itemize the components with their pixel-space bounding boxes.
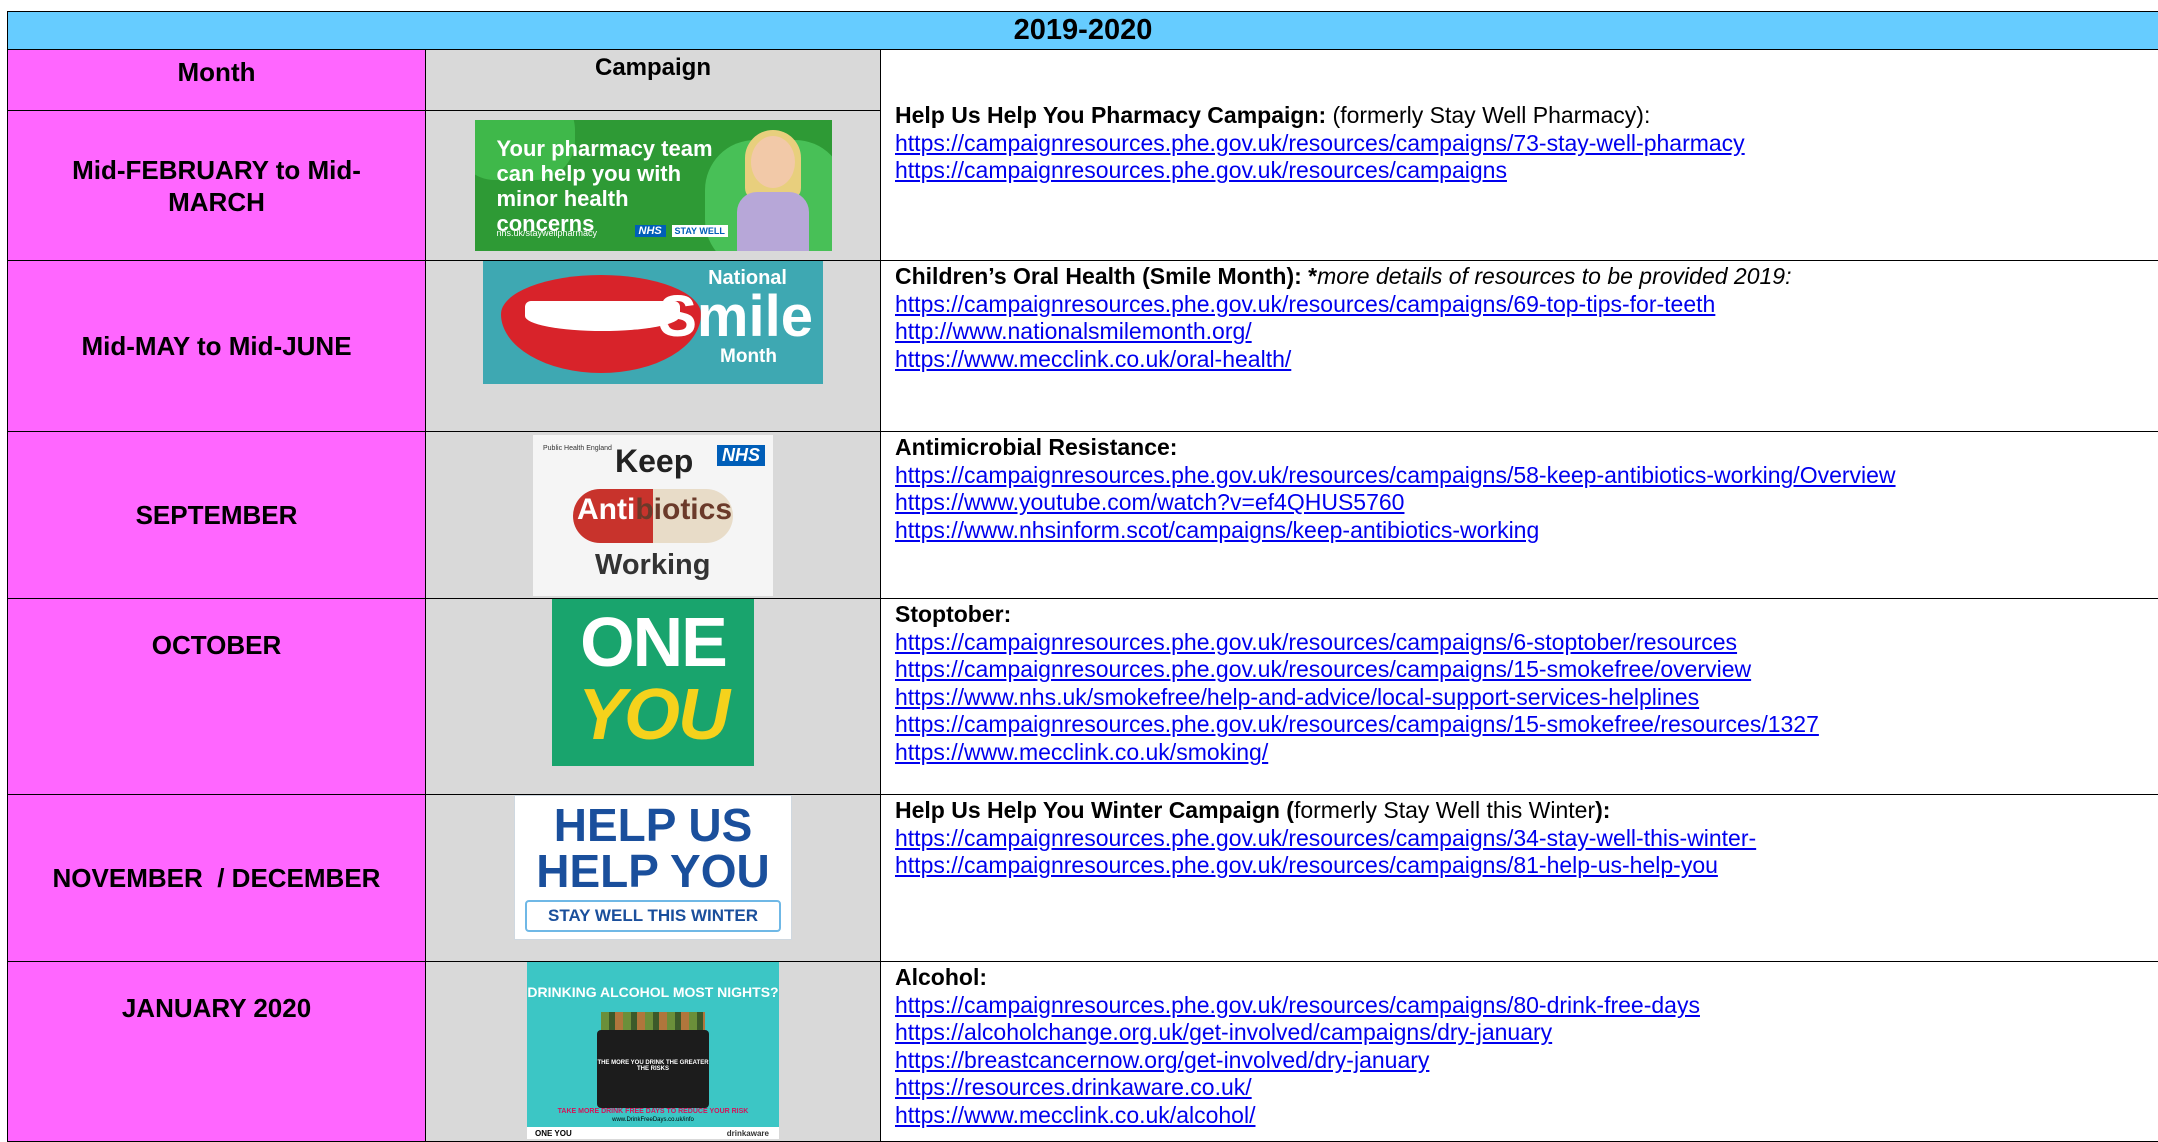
- resource-link[interactable]: https://www.mecclink.co.uk/oral-health/: [895, 346, 2144, 374]
- nhs-logo: NHS: [716, 444, 765, 466]
- month-cell: Mid-FEBRUARY to Mid-MARCH: [7, 110, 426, 261]
- nhs-logo: NHS: [634, 225, 666, 237]
- pharmacy-campaign-image: Your pharmacy team can help you with min…: [474, 120, 832, 251]
- campaign-image-cell: National Smile Month: [425, 260, 881, 432]
- campaign-details-alcohol: Alcohol: https://campaignresources.phe.g…: [880, 961, 2158, 1142]
- campaign-title: Alcohol:: [895, 964, 987, 990]
- resource-link[interactable]: https://www.nhs.uk/smokefree/help-and-ad…: [895, 684, 2144, 712]
- resource-link[interactable]: https://campaignresources.phe.gov.uk/res…: [895, 711, 2144, 739]
- month-cell: OCTOBER: [7, 598, 426, 795]
- one-you-logo: ONE YOU: [535, 1129, 572, 1138]
- campaign-image-cell: Your pharmacy team can help you with min…: [425, 110, 881, 261]
- campaign-column-header: Campaign: [425, 49, 881, 111]
- campaign-image-cell: DRINKING ALCOHOL MOST NIGHTS? THE MORE Y…: [425, 961, 881, 1142]
- campaign-details-pharmacy: Help Us Help You Pharmacy Campaign: (for…: [880, 49, 2158, 261]
- resource-link[interactable]: http://www.nationalsmilemonth.org/: [895, 318, 2144, 346]
- month-cell: SEPTEMBER: [7, 431, 426, 599]
- resource-link[interactable]: https://www.youtube.com/watch?v=ef4QHUS5…: [895, 489, 2144, 517]
- month-cell: NOVEMBER / DECEMBER: [7, 794, 426, 962]
- campaign-calendar-table: 2019-2020 Month Campaign Help Us Help Yo…: [7, 11, 2158, 1142]
- resource-link[interactable]: https://resources.drinkaware.co.uk/: [895, 1074, 2144, 1102]
- resource-link[interactable]: https://campaignresources.phe.gov.uk/res…: [895, 130, 2144, 158]
- month-column-header: Month: [7, 49, 426, 111]
- resource-link[interactable]: https://campaignresources.phe.gov.uk/res…: [895, 157, 2144, 185]
- campaign-title: Help Us Help You Winter Campaign (former…: [895, 797, 1611, 823]
- campaign-title: Stoptober:: [895, 601, 1012, 627]
- month-cell: Mid-MAY to Mid-JUNE: [7, 260, 426, 432]
- year-header: 2019-2020: [7, 11, 2158, 50]
- help-us-help-you-image: HELP US HELP YOU STAY WELL THIS WINTER: [514, 795, 792, 940]
- resource-link[interactable]: https://campaignresources.phe.gov.uk/res…: [895, 656, 2144, 684]
- resource-link[interactable]: https://campaignresources.phe.gov.uk/res…: [895, 992, 2144, 1020]
- resource-link[interactable]: https://campaignresources.phe.gov.uk/res…: [895, 291, 2144, 319]
- campaign-image-cell: HELP US HELP YOU STAY WELL THIS WINTER: [425, 794, 881, 962]
- drinkaware-logo: drinkaware: [726, 1129, 769, 1138]
- resource-link[interactable]: https://campaignresources.phe.gov.uk/res…: [895, 629, 2144, 657]
- resource-link[interactable]: https://www.nhsinform.scot/campaigns/kee…: [895, 517, 2144, 545]
- antibiotics-campaign-image: Public Health England Keep NHS Antibioti…: [533, 434, 773, 596]
- resource-link[interactable]: https://alcoholchange.org.uk/get-involve…: [895, 1019, 2144, 1047]
- campaign-title: Antimicrobial Resistance:: [895, 434, 1178, 460]
- resource-link[interactable]: https://www.mecclink.co.uk/smoking/: [895, 739, 2144, 767]
- one-you-image: ONE YOU: [552, 599, 754, 766]
- resource-link[interactable]: https://www.mecclink.co.uk/alcohol/: [895, 1102, 2144, 1130]
- resource-link[interactable]: https://campaignresources.phe.gov.uk/res…: [895, 852, 2144, 880]
- campaign-details-winter: Help Us Help You Winter Campaign (former…: [880, 794, 2158, 962]
- resource-link[interactable]: https://breastcancernow.org/get-involved…: [895, 1047, 2144, 1075]
- campaign-image-cell: ONE YOU: [425, 598, 881, 795]
- campaign-title: Help Us Help You Pharmacy Campaign: (for…: [895, 102, 1651, 128]
- campaign-title: Children’s Oral Health (Smile Month): *m…: [895, 263, 1792, 289]
- campaign-details-stoptober: Stoptober: https://campaignresources.phe…: [880, 598, 2158, 795]
- resource-link[interactable]: https://campaignresources.phe.gov.uk/res…: [895, 825, 2144, 853]
- campaign-details-antimicrobial: Antimicrobial Resistance: https://campai…: [880, 431, 2158, 599]
- month-cell: JANUARY 2020: [7, 961, 426, 1142]
- campaign-details-oral-health: Children’s Oral Health (Smile Month): *m…: [880, 260, 2158, 432]
- drink-free-days-image: DRINKING ALCOHOL MOST NIGHTS? THE MORE Y…: [527, 962, 779, 1139]
- pharmacist-photo: [736, 130, 809, 251]
- resource-link[interactable]: https://campaignresources.phe.gov.uk/res…: [895, 462, 2144, 490]
- campaign-image-cell: Public Health England Keep NHS Antibioti…: [425, 431, 881, 599]
- smile-month-image: National Smile Month: [483, 261, 823, 384]
